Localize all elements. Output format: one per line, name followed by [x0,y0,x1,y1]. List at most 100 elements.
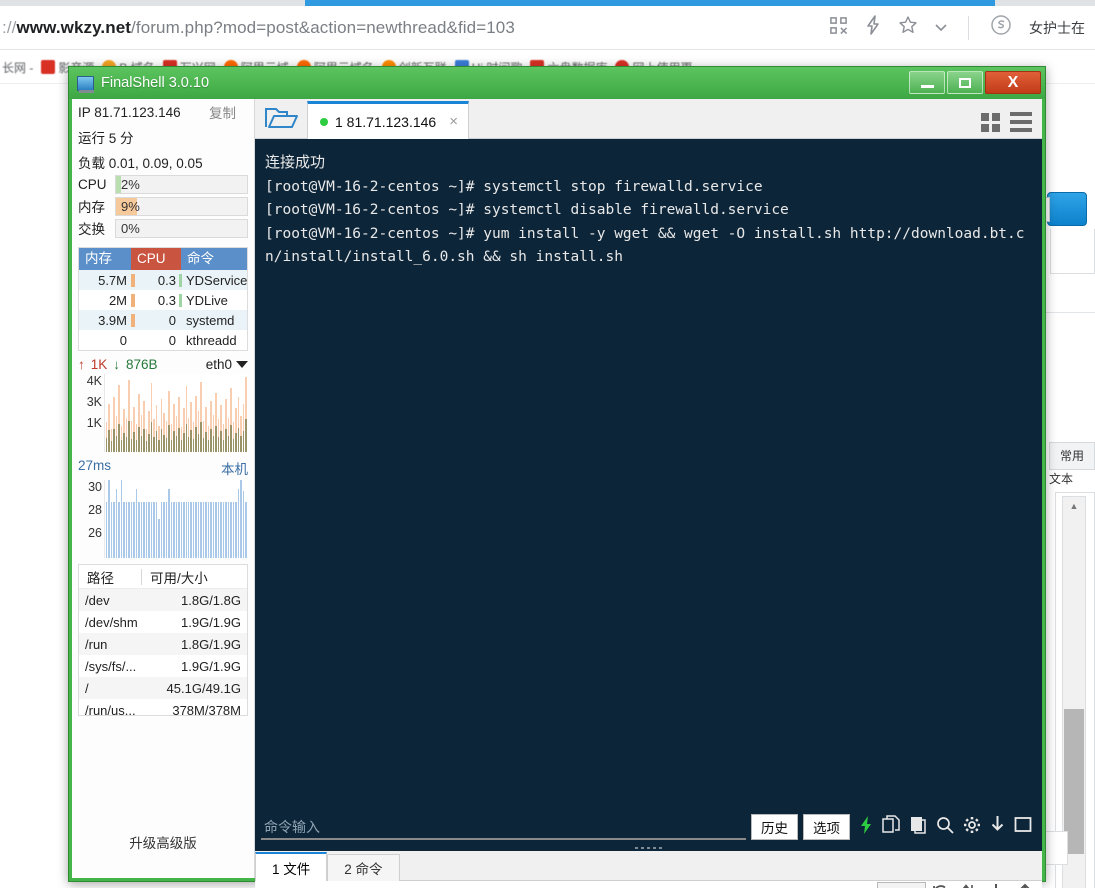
upgrade-link[interactable]: 升级高级版 [72,832,254,852]
copy-icon[interactable] [882,815,900,839]
page-primary-button[interactable] [1047,192,1087,226]
disk-size: 1.8G/1.8G [149,593,247,608]
panel-splitter[interactable] [255,844,1042,851]
terminal-tab[interactable]: 1 81.71.123.146 × [307,101,469,139]
browser-address-bar[interactable]: ://www.wkzy.net/forum.php?mod=post&actio… [0,6,1095,50]
close-button[interactable]: X [985,71,1041,94]
command-history-button[interactable]: 历史 [751,814,798,840]
terminal-connected-message: 连接成功 [265,154,325,171]
cpu-meter-label: CPU [78,177,110,192]
page-panel [1050,229,1095,274]
scroll-up-icon[interactable]: ▲ [1063,497,1085,515]
extension-label: 女护士在 [1029,18,1085,38]
terminal-output[interactable]: 连接成功 [root@VM-16-2-centos ~]# systemctl … [255,139,1042,810]
table-row[interactable]: /dev1.8G/1.8G [79,589,247,611]
memory-bar [131,334,135,347]
path-history-button[interactable]: 历史 [877,882,926,888]
command-toolbar-icons [859,815,1036,840]
lower-panel-tabs: 1 文件 2 命令 [255,851,1042,881]
process-cpu: 0.3 [139,273,179,288]
table-row[interactable]: /run1.8G/1.9G [79,633,247,655]
toolbar-divider [968,16,969,40]
table-row[interactable]: 5.7M 0.3 YDService [79,270,247,290]
network-bars [105,374,248,452]
load-row: 负载 0.01, 0.09, 0.05 [72,149,254,174]
maximize-button[interactable] [947,71,983,94]
disk-header-path[interactable]: 路径 [79,567,141,587]
minimize-button[interactable] [909,71,945,94]
path-input[interactable]: /root [255,884,873,888]
tab-files[interactable]: 1 文件 [255,852,327,881]
table-row[interactable]: 0 0 kthreadd [79,330,247,350]
memory-meter-row: 内存 9% 346M/3.7G [72,195,254,217]
axis-tick: 30 [88,480,102,494]
upload-icon[interactable] [1016,883,1034,888]
process-header-command[interactable]: 命令 [181,248,247,270]
cpu-bar [179,334,182,347]
bookmark-label: 长网 - [2,59,33,76]
disk-header-size[interactable]: 可用/大小 [142,567,247,587]
refresh-icon[interactable] [932,883,951,888]
page-tab-common[interactable]: 常用 [1049,442,1095,470]
process-command: YDService [186,273,247,288]
window-title: FinalShell 3.0.10 [101,75,209,91]
star-icon[interactable] [898,15,918,40]
table-row[interactable]: /45.1G/49.1G [79,677,247,699]
tab-commands[interactable]: 2 命令 [327,854,399,881]
gear-icon[interactable] [963,816,981,839]
latency-graph-plot [104,480,248,558]
network-graph-axis: 4K 3K 1K [78,374,104,452]
table-row[interactable]: 2M 0.3 YDLive [79,290,247,310]
lightning-icon[interactable] [865,15,881,40]
terminal-tab-label: 1 81.71.123.146 [335,114,436,130]
qr-code-icon[interactable] [829,16,848,40]
command-input[interactable]: 命令输入 [261,814,746,840]
terminal-line: [root@VM-16-2-centos ~]# yum install -y … [265,226,1025,266]
paste-icon[interactable] [909,815,927,839]
disk-table: 路径 可用/大小 /dev1.8G/1.8G /dev/shm1.9G/1.9G… [78,564,248,716]
skype-icon[interactable] [990,14,1012,41]
table-row[interactable]: /dev/shm1.9G/1.9G [79,611,247,633]
table-row[interactable]: 3.9M 0 systemd [79,310,247,330]
url-prefix: :// [2,18,16,37]
chevron-down-icon[interactable] [935,19,947,37]
process-header-memory[interactable]: 内存 [79,248,131,270]
swap-meter-row: 交换 0% 0/0 [72,217,254,239]
close-icon[interactable]: × [449,113,458,130]
window-icon[interactable] [1014,816,1032,838]
download-icon[interactable] [987,883,1005,888]
process-memory: 0 [79,333,131,348]
interface-name: eth0 [206,357,232,372]
list-view-icon[interactable] [1010,112,1032,132]
download-icon[interactable] [990,815,1005,839]
url-domain: www.wkzy.net [16,18,131,37]
process-header-cpu[interactable]: CPU [131,248,181,270]
command-options-button[interactable]: 选项 [803,814,850,840]
table-row[interactable]: /run/us...378M/378M [79,699,247,721]
ip-label: IP 81.71.123.146 [78,105,181,120]
window-title-bar[interactable]: FinalShell 3.0.10 X [69,67,1045,99]
disk-path: /dev/shm [79,615,149,630]
panel-view-controls [981,112,1042,138]
swap-meter-label: 交换 [78,218,110,238]
copy-ip-button[interactable]: 复制 [209,102,248,122]
disk-size: 1.9G/1.9G [149,615,247,630]
page-subtab-text[interactable]: 文本 [1049,470,1073,487]
interface-selector[interactable]: eth0 [206,357,248,372]
network-summary: ↑ 1K ↓ 876B eth0 [72,351,254,374]
bookmark-item[interactable]: 长网 - [2,59,33,76]
load-label: 负载 0.01, 0.09, 0.05 [78,152,203,172]
page-scrollbar[interactable]: ▲ ▼ [1062,496,1086,888]
latency-value: 27ms [78,458,111,478]
command-input-bar: 命令输入 历史 选项 [255,810,1042,844]
open-folder-button[interactable] [255,98,307,138]
sync-icon[interactable] [962,883,976,888]
table-row[interactable]: /sys/fs/...1.9G/1.9G [79,655,247,677]
process-cpu: 0 [139,333,179,348]
lightning-icon[interactable] [859,815,873,840]
uptime-label: 运行 5 分 [78,127,134,147]
search-icon[interactable] [936,816,954,839]
address-bar-icons: 女护士在 [829,14,1095,41]
network-graph-plot [104,374,248,452]
grid-view-icon[interactable] [981,113,1000,132]
